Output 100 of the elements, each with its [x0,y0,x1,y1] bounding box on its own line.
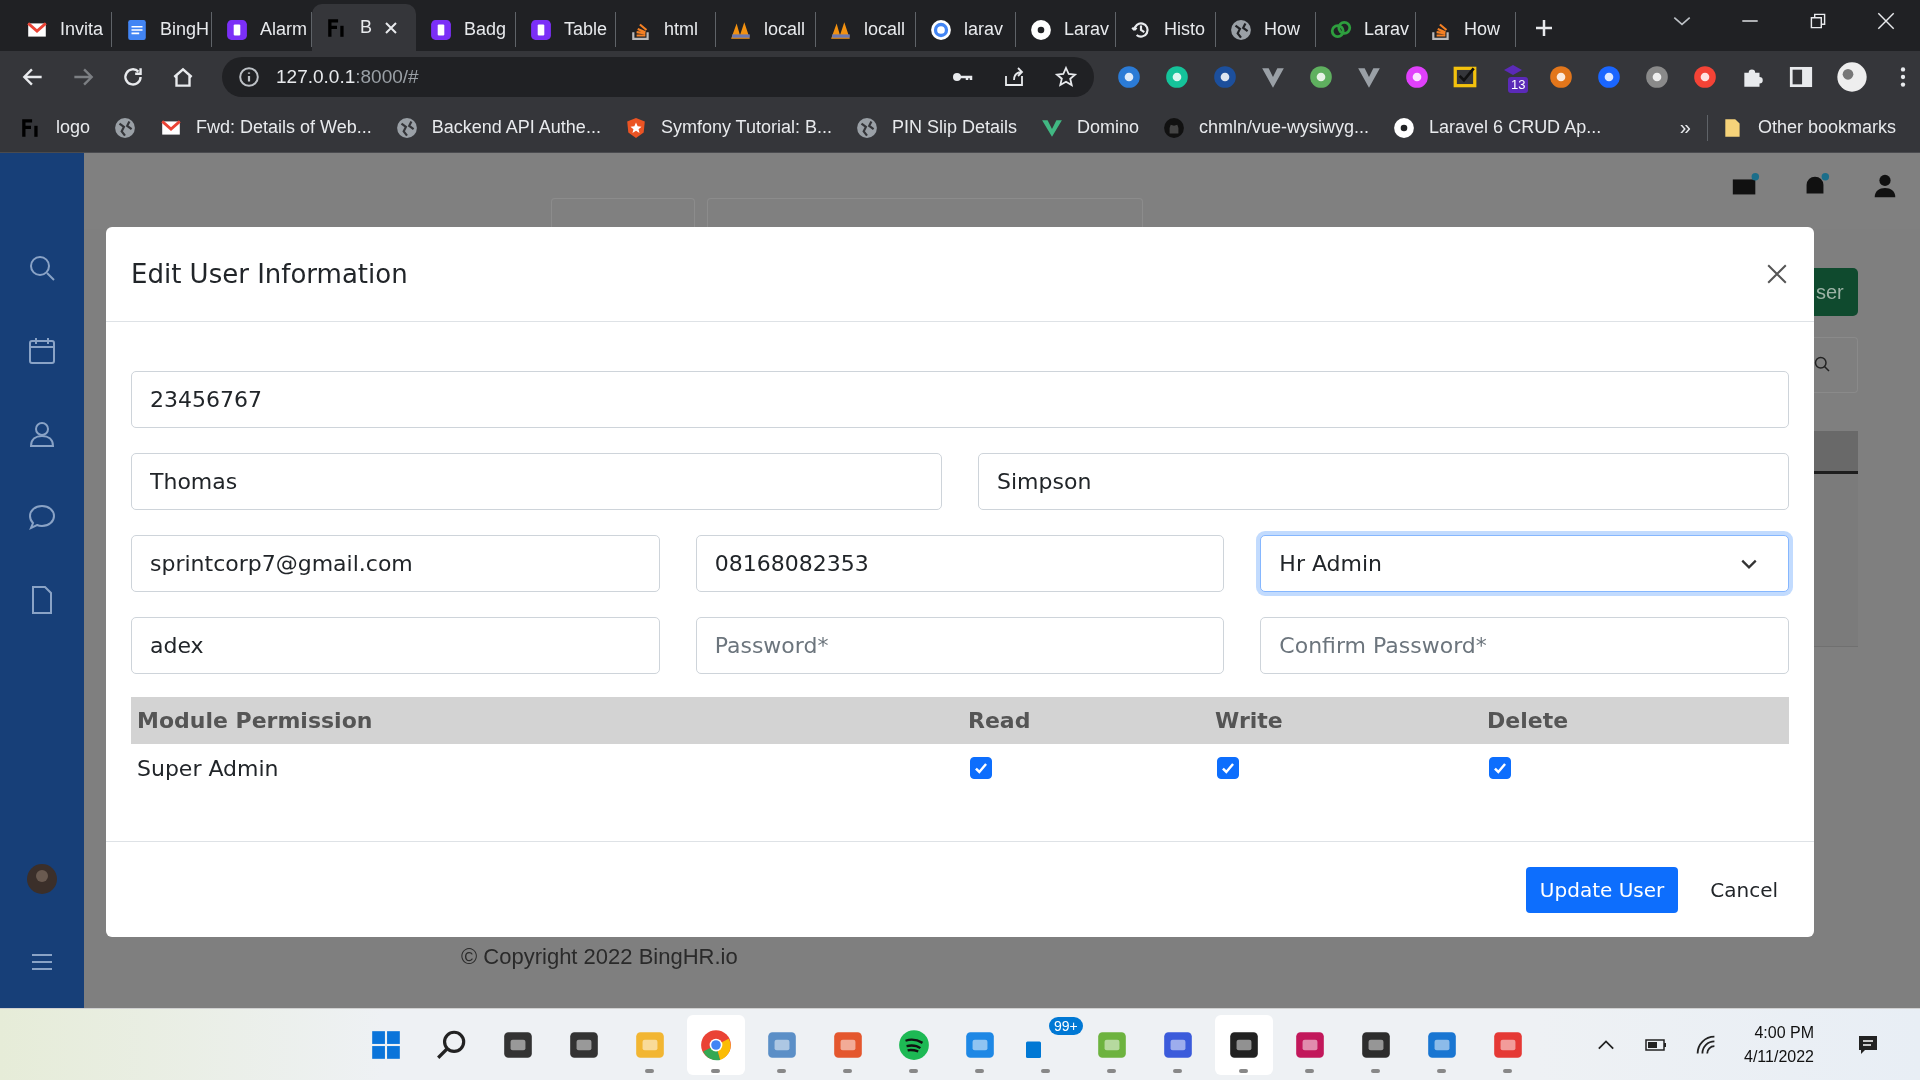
tab-title: B [360,17,372,38]
copyright-text: © Copyright 2022 BingHR.io [461,944,739,970]
browser-tab[interactable]: locall [716,12,816,47]
bookmark-title: PIN Slip Details [891,117,1017,138]
circle-icon [1393,116,1416,139]
browser-tab[interactable]: How [1216,12,1316,47]
shield-icon [624,116,647,139]
select-field[interactable]: Hr Admin [1260,535,1789,592]
password-field[interactable]: Password* [695,617,1225,674]
browser-tab[interactable]: Histo [1116,12,1216,47]
square-icon [430,18,452,41]
bookmark[interactable]: Laravel 6 CRUD Ap... [1393,116,1602,139]
tab-title: BingH [160,19,210,40]
bookmark[interactable]: logo [20,116,91,139]
bookmark[interactable]: chmln/vue-wysiwyg... [1163,116,1370,139]
cancel-button[interactable]: Cancel [1704,877,1784,902]
running-indicator [645,1068,654,1073]
browser-tab[interactable]: locall [816,12,916,47]
running-indicator [1437,1068,1446,1073]
extension-icon[interactable] [1404,64,1430,90]
running-indicator [777,1068,786,1073]
extension-icon[interactable] [1596,64,1622,90]
share-icon[interactable] [1002,65,1026,89]
bookmark-title: logo [56,117,91,138]
tab-title: How [1264,19,1300,40]
input-field[interactable]: 23456767 [131,371,1789,428]
extension-icon[interactable] [1116,64,1142,90]
link-icon [1330,18,1352,41]
extension-icon[interactable] [1164,64,1190,90]
browser-tab[interactable]: Larav [1016,12,1116,47]
bookmark-title: Backend API Authe... [431,117,601,138]
extension-badge: 13 [1508,77,1529,93]
close-icon[interactable] [1766,263,1788,285]
address-bar[interactable]: 127.0.0.1:8000/# [222,57,1094,97]
bookmark-title: Other bookmarks [1757,117,1896,138]
tab-title: locall [764,19,806,40]
document-icon [126,18,148,41]
input-field[interactable]: sprintcorp7@gmail.com [131,535,660,592]
browser-tab[interactable]: larav [916,12,1016,47]
music-icon[interactable] [897,1027,931,1062]
extension-icon[interactable] [1644,64,1670,90]
notification-badge: 99+ [1049,1016,1083,1035]
browser-tab[interactable]: Table [516,12,616,47]
calendar-icon[interactable] [26,335,58,367]
info-icon [238,66,260,88]
close-icon[interactable] [1875,10,1897,32]
extension-icon[interactable] [1308,64,1334,90]
checkbox[interactable] [970,757,992,779]
input-field[interactable]: 08168082353 [695,535,1225,592]
browser-tab[interactable]: Larav [1316,12,1416,47]
star-icon[interactable] [1054,65,1078,89]
browser-tab[interactable]: html [616,12,716,47]
avatar-icon[interactable] [1836,61,1868,93]
dialog-title: Edit User Information [131,259,408,289]
tab-title: Histo [1164,19,1205,40]
password-field[interactable]: Confirm Password* [1260,617,1789,674]
input-field[interactable]: Thomas [131,453,942,510]
plus-icon[interactable] [1534,18,1554,38]
browser-icon[interactable] [699,1027,733,1062]
browser-tab[interactable]: Alarm [212,12,312,47]
bookmark[interactable]: Backend API Authe... [395,116,601,139]
bookmark[interactable]: PIN Slip Details [855,116,1017,139]
globe-icon [395,116,418,139]
column-header: Write [1215,708,1284,733]
bookmark[interactable]: Domino [1041,116,1140,139]
checkbox[interactable] [1217,757,1239,779]
checkbox-icon[interactable] [1452,64,1478,90]
browser-tab[interactable]: How [1416,12,1516,47]
browser-tab[interactable]: Badg [416,12,516,47]
extension-icon[interactable] [1692,64,1718,90]
tab-title: How [1464,19,1500,40]
column-header: Delete [1487,708,1570,733]
browser-tab[interactable]: B [312,4,416,51]
checkbox[interactable] [1489,757,1511,779]
tab-title: Alarm [260,19,307,40]
add-user-button[interactable]: ser [1814,268,1858,316]
extension-icon[interactable] [1548,64,1574,90]
input-field[interactable]: Simpson [978,453,1789,510]
clock[interactable]: 4:00 PM 4/11/2022 [1744,1023,1814,1066]
browser-tab[interactable]: Invita [12,12,112,47]
bookmark[interactable]: Symfony Tutorial: B... [624,116,832,139]
tab-title: Larav [1364,19,1410,40]
other-bookmarks[interactable]: Other bookmarks [1721,116,1896,139]
running-indicator [1041,1068,1050,1073]
browser-tab[interactable]: BingH [112,12,212,47]
input-field[interactable]: adex [131,617,660,674]
bookmark-title: Symfony Tutorial: B... [660,117,832,138]
bookmark[interactable]: Fwd: Details of Web... [160,116,372,139]
circle-icon [1030,18,1052,41]
update-user-button[interactable]: Update User [1525,866,1679,913]
running-indicator [909,1068,918,1073]
tab-title: locall [864,19,906,40]
globe-icon[interactable] [114,116,137,139]
extension-icon[interactable] [1212,64,1238,90]
running-indicator [1305,1068,1314,1073]
globe-icon [855,116,878,139]
side-panel-icon[interactable] [1788,64,1814,90]
running-indicator [975,1068,984,1073]
bookmarks-overflow[interactable]: » [1679,116,1691,139]
running-indicator [1371,1068,1380,1073]
